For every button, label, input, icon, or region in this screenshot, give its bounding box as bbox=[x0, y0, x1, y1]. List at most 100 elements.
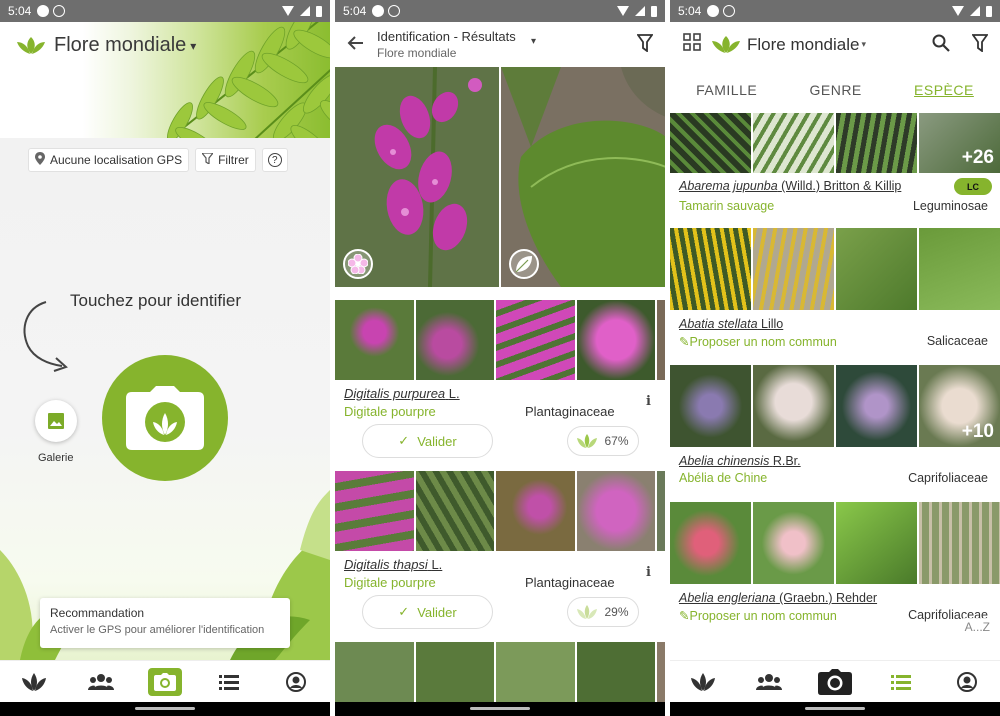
tab-espece[interactable]: ESPÈCE bbox=[914, 82, 974, 98]
species-thumbnail[interactable] bbox=[753, 365, 834, 447]
app-title-dropdown[interactable]: Flore mondiale ▾ bbox=[711, 35, 866, 55]
recommendation-snackbar[interactable]: Recommandation Activer le GPS pour améli… bbox=[40, 598, 290, 648]
species-thumbnail[interactable] bbox=[919, 228, 1000, 310]
result-scientific-name[interactable]: Digitalis thapsi L. bbox=[344, 557, 442, 572]
score-badge: 29% bbox=[567, 597, 639, 627]
species-common-name: Tamarin sauvage bbox=[679, 199, 775, 213]
camera-identify-button[interactable] bbox=[102, 355, 228, 481]
result-thumbnail[interactable] bbox=[335, 300, 414, 380]
validate-button[interactable]: ✓ Valider bbox=[362, 424, 493, 458]
species-scientific-name[interactable]: Abelia chinensis R.Br. bbox=[679, 454, 801, 468]
app-title-dropdown[interactable]: Flore mondiale ▾ bbox=[16, 34, 196, 57]
species-thumbnail[interactable] bbox=[670, 113, 751, 173]
result-thumbnail[interactable] bbox=[496, 300, 575, 380]
suggest-common-name-link[interactable]: ✎Proposer un nom commun bbox=[679, 334, 837, 349]
filter-button[interactable] bbox=[636, 34, 654, 57]
status-bar: 5:04 bbox=[670, 0, 1000, 22]
tab-genre[interactable]: GENRE bbox=[809, 82, 861, 98]
species-thumbnail[interactable] bbox=[753, 113, 834, 173]
result-thumbnail[interactable] bbox=[415, 300, 494, 380]
species-thumbnail[interactable] bbox=[836, 365, 917, 447]
nav-profile[interactable] bbox=[947, 667, 987, 697]
result-thumbnail[interactable] bbox=[576, 471, 655, 551]
species-thumbnail[interactable] bbox=[919, 502, 1000, 584]
iucn-lc-badge: LC bbox=[954, 178, 992, 195]
nav-community[interactable] bbox=[81, 667, 121, 697]
filter-chip[interactable]: Filtrer bbox=[195, 148, 256, 172]
result-thumbnail[interactable] bbox=[576, 300, 655, 380]
sync-icon bbox=[723, 5, 736, 17]
species-thumbnail[interactable] bbox=[670, 365, 751, 447]
status-bar: 5:04 bbox=[0, 0, 330, 22]
species-scientific-name[interactable]: Abarema jupunba (Willd.) Britton & Killi… bbox=[679, 179, 901, 193]
result-card[interactable]: Digitalis purpurea L. Digitale pourpre P… bbox=[335, 300, 665, 470]
validate-label: Valider bbox=[417, 604, 457, 620]
nav-home[interactable] bbox=[14, 667, 54, 697]
species-item[interactable]: +10 Abelia chinensis R.Br. Abélia de Chi… bbox=[670, 365, 1000, 502]
group-icon bbox=[756, 673, 782, 690]
info-icon[interactable]: i bbox=[646, 565, 651, 580]
tab-famille[interactable]: FAMILLE bbox=[696, 82, 757, 98]
battery-icon bbox=[316, 5, 322, 17]
gps-chip[interactable]: Aucune localisation GPS bbox=[28, 148, 190, 172]
result-thumbnail[interactable] bbox=[496, 642, 575, 702]
alphabet-scroller[interactable]: A...Z bbox=[962, 618, 992, 636]
species-thumbnail[interactable] bbox=[670, 228, 751, 310]
wifi-icon bbox=[617, 6, 629, 16]
results-subtitle: Flore mondiale bbox=[377, 46, 457, 60]
plantnet-logo-icon bbox=[17, 36, 45, 54]
score-badge: 67% bbox=[567, 426, 639, 456]
result-thumbnail[interactable] bbox=[496, 471, 575, 551]
play-icon bbox=[37, 5, 50, 17]
result-thumbnail[interactable] bbox=[335, 471, 414, 551]
nav-camera[interactable] bbox=[815, 667, 855, 697]
result-thumbnail[interactable] bbox=[415, 471, 494, 551]
gallery-button[interactable] bbox=[35, 400, 77, 442]
species-thumbnail[interactable] bbox=[753, 228, 834, 310]
species-thumbnail[interactable] bbox=[836, 228, 917, 310]
result-thumbnail[interactable] bbox=[657, 300, 665, 380]
help-icon: ? bbox=[267, 153, 282, 167]
result-thumbnail[interactable] bbox=[576, 642, 655, 702]
species-item[interactable]: Abelia engleriana (Graebn.) Rehder ✎Prop… bbox=[670, 502, 1000, 639]
search-button[interactable] bbox=[932, 34, 950, 57]
result-scientific-name[interactable]: Digitalis purpurea L. bbox=[344, 386, 460, 401]
results-title: Identification - Résultats bbox=[377, 29, 516, 44]
suggest-common-name-link[interactable]: ✎Proposer un nom commun bbox=[679, 608, 837, 623]
result-thumbnail[interactable] bbox=[657, 642, 665, 702]
play-icon bbox=[707, 5, 720, 17]
species-thumbnail[interactable] bbox=[836, 502, 917, 584]
result-card[interactable]: Digitalis thapsi L. Digitale pourpre Pla… bbox=[335, 471, 665, 641]
nav-community[interactable] bbox=[749, 667, 789, 697]
species-thumbnail[interactable]: +10 bbox=[919, 365, 1000, 447]
back-button[interactable] bbox=[335, 34, 375, 55]
grid-view-button[interactable] bbox=[683, 33, 701, 56]
header-banner: Flore mondiale ▾ bbox=[0, 22, 330, 138]
species-thumbnail[interactable] bbox=[670, 502, 751, 584]
info-icon[interactable]: i bbox=[646, 394, 651, 409]
nav-camera[interactable] bbox=[147, 667, 182, 696]
results-titles[interactable]: Identification - Résultats Flore mondial… bbox=[375, 29, 665, 60]
nav-list[interactable] bbox=[209, 667, 249, 697]
validate-button[interactable]: ✓ Valider bbox=[362, 595, 493, 629]
species-author: R.Br. bbox=[772, 454, 801, 468]
species-scientific-name[interactable]: Abatia stellata Lillo bbox=[679, 317, 783, 331]
user-photo-leaf[interactable] bbox=[501, 67, 665, 287]
species-thumbnail[interactable] bbox=[753, 502, 834, 584]
species-genus-species: Abatia stellata bbox=[679, 317, 758, 331]
species-thumbnail[interactable]: +26 bbox=[919, 113, 1000, 173]
result-common-name: Digitale pourpre bbox=[344, 575, 436, 590]
species-scientific-name[interactable]: Abelia engleriana (Graebn.) Rehder bbox=[679, 591, 877, 605]
species-item[interactable]: Abatia stellata Lillo ✎Proposer un nom c… bbox=[670, 228, 1000, 365]
species-thumbnail[interactable] bbox=[836, 113, 917, 173]
filter-button[interactable] bbox=[971, 34, 989, 57]
result-thumbnail[interactable] bbox=[415, 642, 494, 702]
nav-list[interactable] bbox=[881, 667, 921, 697]
nav-profile[interactable] bbox=[276, 667, 316, 697]
result-thumbnail[interactable] bbox=[335, 642, 414, 702]
species-family: Leguminosae bbox=[912, 199, 988, 213]
nav-home[interactable] bbox=[683, 667, 723, 697]
help-chip[interactable]: ? bbox=[261, 148, 288, 172]
user-photo-flower[interactable] bbox=[335, 67, 499, 287]
result-thumbnail[interactable] bbox=[657, 471, 665, 551]
